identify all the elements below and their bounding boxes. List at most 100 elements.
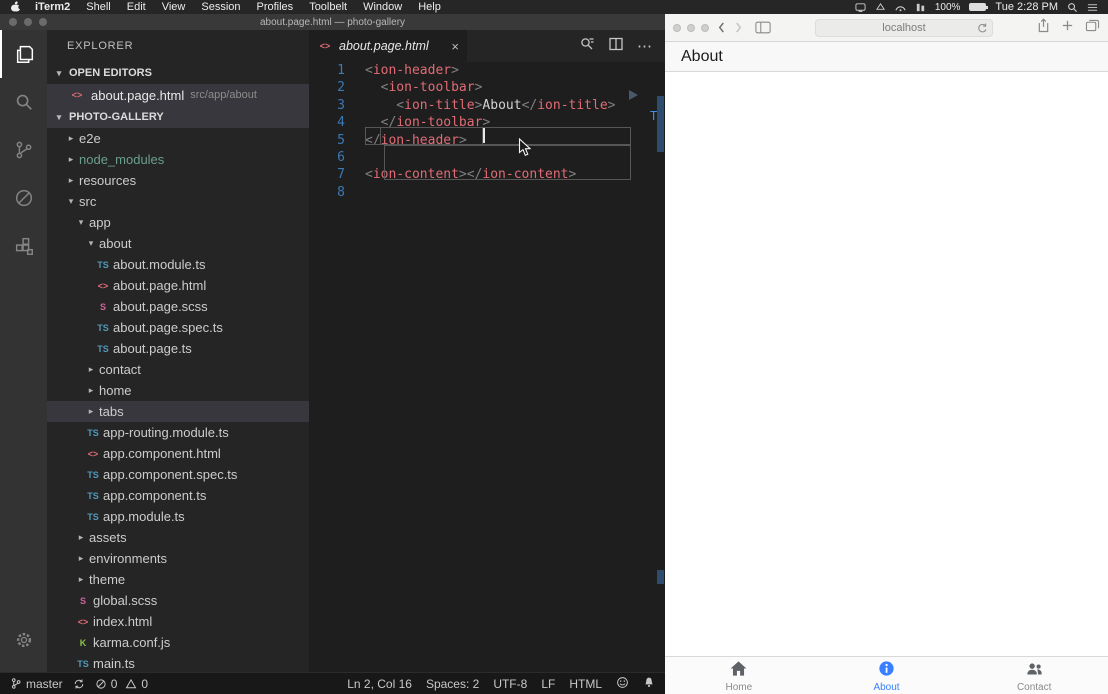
search-icon[interactable] bbox=[0, 78, 47, 126]
line-number: 3 bbox=[309, 97, 353, 114]
file-about.page.spec.ts[interactable]: TSabout.page.spec.ts bbox=[47, 317, 309, 338]
source-control-icon[interactable] bbox=[0, 126, 47, 174]
zoom-window-button[interactable] bbox=[39, 18, 47, 26]
apple-menu-icon[interactable] bbox=[10, 1, 21, 13]
code-line[interactable]: 1<ion-header> bbox=[309, 62, 665, 79]
close-window-button[interactable] bbox=[9, 18, 17, 26]
open-editors-section[interactable]: ▾ OPEN EDITORS bbox=[47, 62, 309, 84]
file-index.html[interactable]: <>index.html bbox=[47, 611, 309, 632]
file-about.page.html[interactable]: <>about.page.html bbox=[47, 275, 309, 296]
menu-extra-icon[interactable] bbox=[895, 2, 906, 13]
back-button[interactable] bbox=[717, 21, 726, 34]
split-editor-icon[interactable] bbox=[608, 36, 624, 57]
menu-window[interactable]: Window bbox=[355, 1, 410, 13]
folder-resources[interactable]: ▸resources bbox=[47, 170, 309, 191]
forward-button[interactable] bbox=[734, 21, 743, 34]
address-bar[interactable]: localhost bbox=[815, 19, 993, 37]
file-app.module.ts[interactable]: TSapp.module.ts bbox=[47, 506, 309, 527]
menu-extra-icon[interactable] bbox=[875, 2, 886, 13]
vscode-title-bar[interactable]: about.page.html — photo-gallery bbox=[0, 14, 665, 30]
ion-tab-about[interactable]: About bbox=[813, 657, 961, 694]
file-app.component.spec.ts[interactable]: TSapp.component.spec.ts bbox=[47, 464, 309, 485]
code-token: About bbox=[482, 98, 521, 113]
ts-file-icon: TS bbox=[85, 470, 101, 480]
spotlight-icon[interactable] bbox=[1067, 2, 1078, 13]
file-global.scss[interactable]: Sglobal.scss bbox=[47, 590, 309, 611]
encoding-setting[interactable]: UTF-8 bbox=[493, 677, 527, 691]
minimize-window-button[interactable] bbox=[687, 24, 695, 32]
twistie-icon: ▾ bbox=[75, 217, 87, 228]
code-line[interactable]: 7<ion-content></ion-content> bbox=[309, 166, 665, 183]
more-actions-icon[interactable]: ⋯ bbox=[637, 37, 653, 55]
feedback-smiley-icon[interactable] bbox=[616, 676, 629, 692]
battery-percent[interactable]: 100% bbox=[935, 2, 961, 13]
project-section[interactable]: ▾ PHOTO-GALLERY bbox=[47, 106, 309, 128]
menubar-clock[interactable]: Tue 2:28 PM bbox=[995, 1, 1058, 13]
code-line[interactable]: 4 </ion-toolbar> bbox=[309, 114, 665, 131]
ion-tab-home[interactable]: Home bbox=[665, 657, 813, 694]
menu-shell[interactable]: Shell bbox=[78, 1, 118, 13]
debug-icon[interactable] bbox=[0, 174, 47, 222]
file-app.component.html[interactable]: <>app.component.html bbox=[47, 443, 309, 464]
file-about.page.scss[interactable]: Sabout.page.scss bbox=[47, 296, 309, 317]
battery-icon[interactable] bbox=[969, 3, 986, 11]
file-main.ts[interactable]: TSmain.ts bbox=[47, 653, 309, 672]
language-mode[interactable]: HTML bbox=[569, 677, 602, 691]
code-line[interactable]: 5</ion-header> bbox=[309, 132, 665, 149]
folder-contact[interactable]: ▸contact bbox=[47, 359, 309, 380]
tab-about-page-html[interactable]: <> about.page.html × bbox=[309, 30, 467, 62]
folder-theme[interactable]: ▸theme bbox=[47, 569, 309, 590]
file-app.component.ts[interactable]: TSapp.component.ts bbox=[47, 485, 309, 506]
menu-toolbelt[interactable]: Toolbelt bbox=[301, 1, 355, 13]
tab-overview-icon[interactable] bbox=[1085, 19, 1100, 37]
notifications-bell-icon[interactable] bbox=[643, 676, 655, 692]
folder-tabs[interactable]: ▸tabs bbox=[47, 401, 309, 422]
code-line[interactable]: 8 bbox=[309, 184, 665, 201]
code-line[interactable]: 3 <ion-title>About</ion-title> bbox=[309, 97, 665, 114]
menu-help[interactable]: Help bbox=[410, 1, 449, 13]
notification-center-icon[interactable] bbox=[1087, 2, 1098, 13]
code-editor[interactable]: 1<ion-header>2 <ion-toolbar>3 <ion-title… bbox=[309, 62, 665, 672]
folder-environments[interactable]: ▸environments bbox=[47, 548, 309, 569]
ion-tab-contact[interactable]: Contact bbox=[960, 657, 1108, 694]
file-karma.conf.js[interactable]: Kkarma.conf.js bbox=[47, 632, 309, 653]
file-about.module.ts[interactable]: TSabout.module.ts bbox=[47, 254, 309, 275]
folder-e2e[interactable]: ▸e2e bbox=[47, 128, 309, 149]
explorer-icon[interactable] bbox=[0, 30, 47, 78]
errors-indicator[interactable]: 0 0 bbox=[95, 677, 148, 691]
extensions-icon[interactable] bbox=[0, 222, 47, 270]
menu-app-name[interactable]: iTerm2 bbox=[27, 1, 78, 13]
open-changes-icon[interactable] bbox=[579, 36, 595, 57]
indentation-setting[interactable]: Spaces: 2 bbox=[426, 677, 479, 691]
reload-icon[interactable] bbox=[976, 22, 988, 37]
eol-setting[interactable]: LF bbox=[541, 677, 555, 691]
zoom-window-button[interactable] bbox=[701, 24, 709, 32]
folder-about[interactable]: ▾about bbox=[47, 233, 309, 254]
file-app-routing.module.ts[interactable]: TSapp-routing.module.ts bbox=[47, 422, 309, 443]
folder-app[interactable]: ▾app bbox=[47, 212, 309, 233]
folder-src[interactable]: ▾src bbox=[47, 191, 309, 212]
add-tab-icon[interactable] bbox=[1061, 19, 1074, 37]
menu-view[interactable]: View bbox=[154, 1, 194, 13]
menu-edit[interactable]: Edit bbox=[119, 1, 154, 13]
share-icon[interactable] bbox=[1037, 18, 1050, 38]
code-line[interactable]: 2 <ion-toolbar> bbox=[309, 79, 665, 96]
menu-session[interactable]: Session bbox=[193, 1, 248, 13]
minimize-window-button[interactable] bbox=[24, 18, 32, 26]
close-tab-icon[interactable]: × bbox=[451, 39, 459, 54]
code-line[interactable]: 6 bbox=[309, 149, 665, 166]
settings-gear-icon[interactable] bbox=[0, 616, 47, 664]
menu-extra-icon[interactable] bbox=[855, 2, 866, 13]
sidebar-toggle-icon[interactable] bbox=[755, 21, 771, 34]
folder-node_modules[interactable]: ▸node_modules bbox=[47, 149, 309, 170]
menu-extra-icon[interactable] bbox=[915, 2, 926, 13]
open-editor-item[interactable]: <> about.page.html src/app/about bbox=[47, 84, 309, 106]
file-about.page.ts[interactable]: TSabout.page.ts bbox=[47, 338, 309, 359]
close-window-button[interactable] bbox=[673, 24, 681, 32]
folder-home[interactable]: ▸home bbox=[47, 380, 309, 401]
cursor-position[interactable]: Ln 2, Col 16 bbox=[347, 677, 412, 691]
sync-indicator[interactable] bbox=[73, 678, 85, 690]
folder-assets[interactable]: ▸assets bbox=[47, 527, 309, 548]
menu-profiles[interactable]: Profiles bbox=[249, 1, 302, 13]
git-branch-indicator[interactable]: master bbox=[10, 677, 63, 691]
